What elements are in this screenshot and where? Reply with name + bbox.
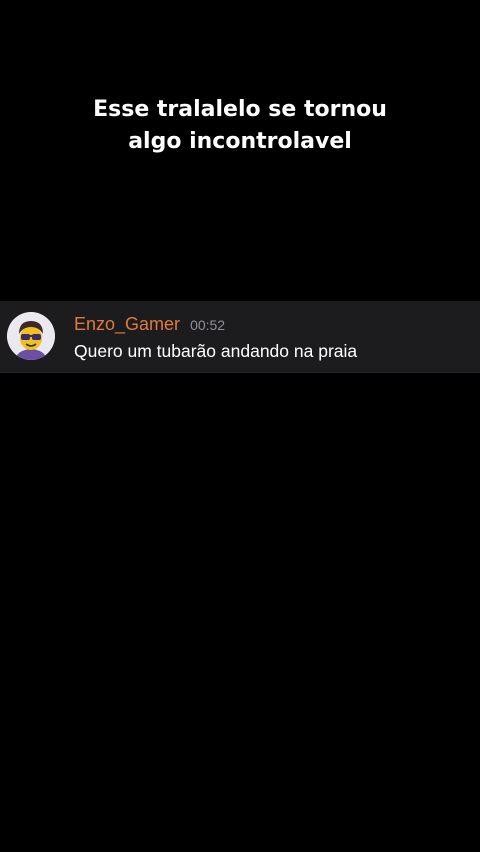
username[interactable]: Enzo_Gamer (74, 312, 180, 336)
video-caption: Esse tralalelo se tornou algo incontrola… (0, 94, 480, 158)
message-text: Quero um tubarão andando na praia (74, 341, 358, 361)
caption-line-2: algo incontrolavel (128, 129, 352, 154)
caption-line-1: Esse tralalelo se tornou (93, 97, 387, 122)
user-avatar-icon[interactable] (7, 312, 55, 360)
message-timestamp: 00:52 (190, 317, 226, 333)
chat-message: Enzo_Gamer 00:52 Quero um tubarão andand… (0, 301, 480, 373)
message-header: Enzo_Gamer 00:52 (74, 312, 225, 337)
